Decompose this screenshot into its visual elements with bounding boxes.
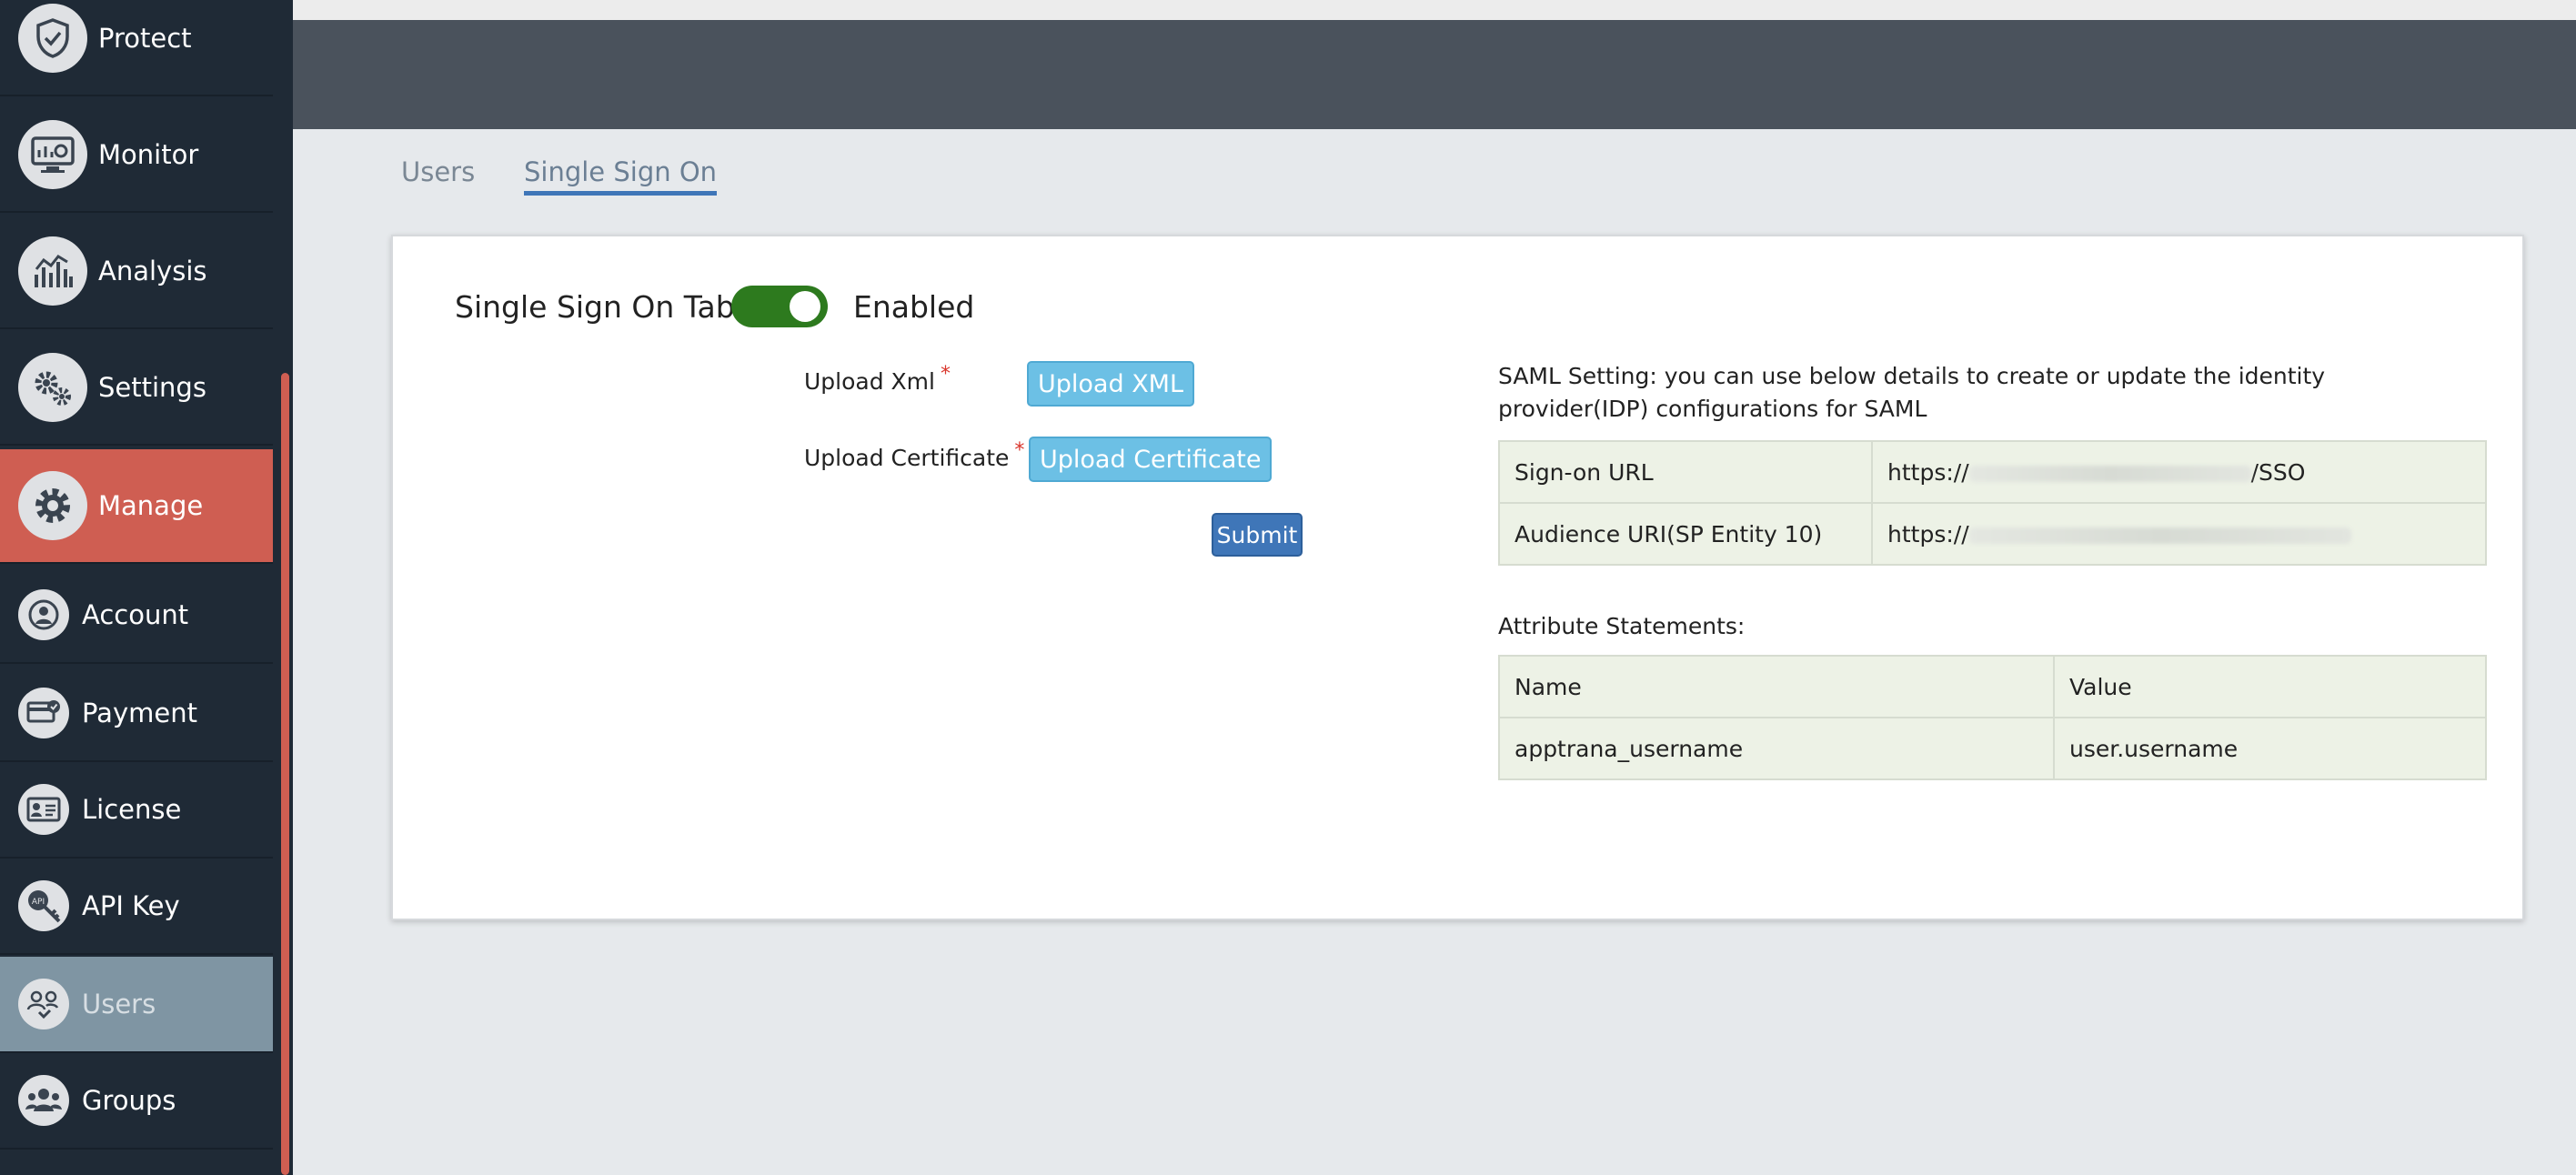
toggle-knob [790, 291, 820, 322]
sidebar-item-label: License [82, 794, 182, 825]
sidebar-item-label: Analysis [98, 256, 207, 286]
sidebar-item-manage[interactable]: Manage [0, 449, 273, 564]
sidebar-item-label: Account [82, 599, 189, 630]
api-key-icon: API [18, 880, 69, 931]
sidebar-item-monitor[interactable]: Monitor [0, 98, 273, 213]
groups-icon [18, 1075, 69, 1126]
saml-settings-table: Sign-on URL https:///SSO Audience URI(SP… [1498, 440, 2487, 566]
attribute-name: apptrana_username [1498, 717, 2055, 780]
saml-field-name: Audience URI(SP Entity 10) [1498, 502, 1873, 566]
redacted-value [1968, 465, 2251, 482]
tab-single-sign-on[interactable]: Single Sign On [524, 156, 718, 196]
saml-field-value[interactable]: https:// [1871, 502, 2487, 566]
svg-text:API: API [32, 898, 45, 907]
sidebar-item-protect[interactable]: Protect [0, 0, 273, 96]
attribute-value: user.username [2053, 717, 2487, 780]
attribute-statements-table: Name Value apptrana_username user.userna… [1498, 655, 2487, 780]
sidebar-item-api-key[interactable]: API API Key [0, 859, 273, 955]
sidebar-item-label: Settings [98, 372, 206, 403]
table-row: Audience URI(SP Entity 10) https:// [1498, 502, 2487, 566]
monitor-icon [18, 120, 87, 189]
sidebar-item-label: Users [82, 989, 156, 1019]
sidebar-item-license[interactable]: License [0, 762, 273, 859]
header-bar [293, 20, 2576, 129]
tab-users[interactable]: Users [401, 156, 475, 187]
sidebar-item-payment[interactable]: Payment [0, 666, 273, 762]
upload-certificate-button[interactable]: Upload Certificate [1029, 437, 1273, 482]
sidebar-item-analysis[interactable]: Analysis [0, 215, 273, 329]
table-header-row: Name Value [1498, 655, 2487, 718]
sidebar-item-label: Payment [82, 698, 197, 728]
saml-description: SAML Setting: you can use below details … [1498, 363, 2326, 422]
sidebar-item-label: Protect [98, 23, 192, 54]
account-icon [18, 589, 69, 640]
upload-xml-button[interactable]: Upload XML [1027, 361, 1195, 407]
sidebar-item-label: Monitor [98, 139, 199, 170]
shield-icon [18, 4, 87, 73]
saml-field-name: Sign-on URL [1498, 440, 1873, 504]
users-icon [18, 979, 69, 1029]
column-header-name: Name [1498, 655, 2055, 718]
submit-button[interactable]: Submit [1212, 513, 1303, 557]
attribute-statements-title: Attribute Statements: [1498, 613, 1746, 639]
sidebar-scrollbar[interactable] [281, 373, 289, 1175]
required-mark: * [940, 363, 951, 386]
sidebar-item-label: Manage [98, 490, 204, 521]
sso-title: Single Sign On Tab [455, 289, 735, 325]
license-card-icon [18, 784, 69, 835]
sso-toggle[interactable] [731, 286, 828, 327]
top-strip [293, 0, 2576, 20]
redacted-value [1968, 527, 2351, 544]
sidebar-item-users[interactable]: Users [0, 957, 273, 1053]
upload-xml-label: Upload Xml * [804, 363, 951, 395]
payment-card-icon [18, 688, 69, 738]
gears-icon [18, 353, 87, 422]
sidebar-item-settings[interactable]: Settings [0, 331, 273, 446]
upload-certificate-label: Upload Certificate * [804, 439, 1025, 471]
sso-toggle-status: Enabled [853, 289, 975, 325]
sidebar-item-account[interactable]: Account [0, 567, 273, 664]
gear-icon [18, 471, 87, 540]
table-row: Sign-on URL https:///SSO [1498, 440, 2487, 504]
sidebar: Protect Monitor Analysis Settings Manage… [0, 0, 273, 1175]
sso-panel [391, 235, 2524, 920]
saml-field-value[interactable]: https:///SSO [1871, 440, 2487, 504]
sidebar-item-label: Groups [82, 1085, 176, 1116]
analysis-chart-icon [18, 236, 87, 306]
table-row: apptrana_username user.username [1498, 717, 2487, 780]
sidebar-item-label: API Key [82, 890, 180, 921]
sidebar-item-groups[interactable]: Groups [0, 1053, 273, 1150]
column-header-value: Value [2053, 655, 2487, 718]
required-mark: * [1014, 439, 1025, 462]
